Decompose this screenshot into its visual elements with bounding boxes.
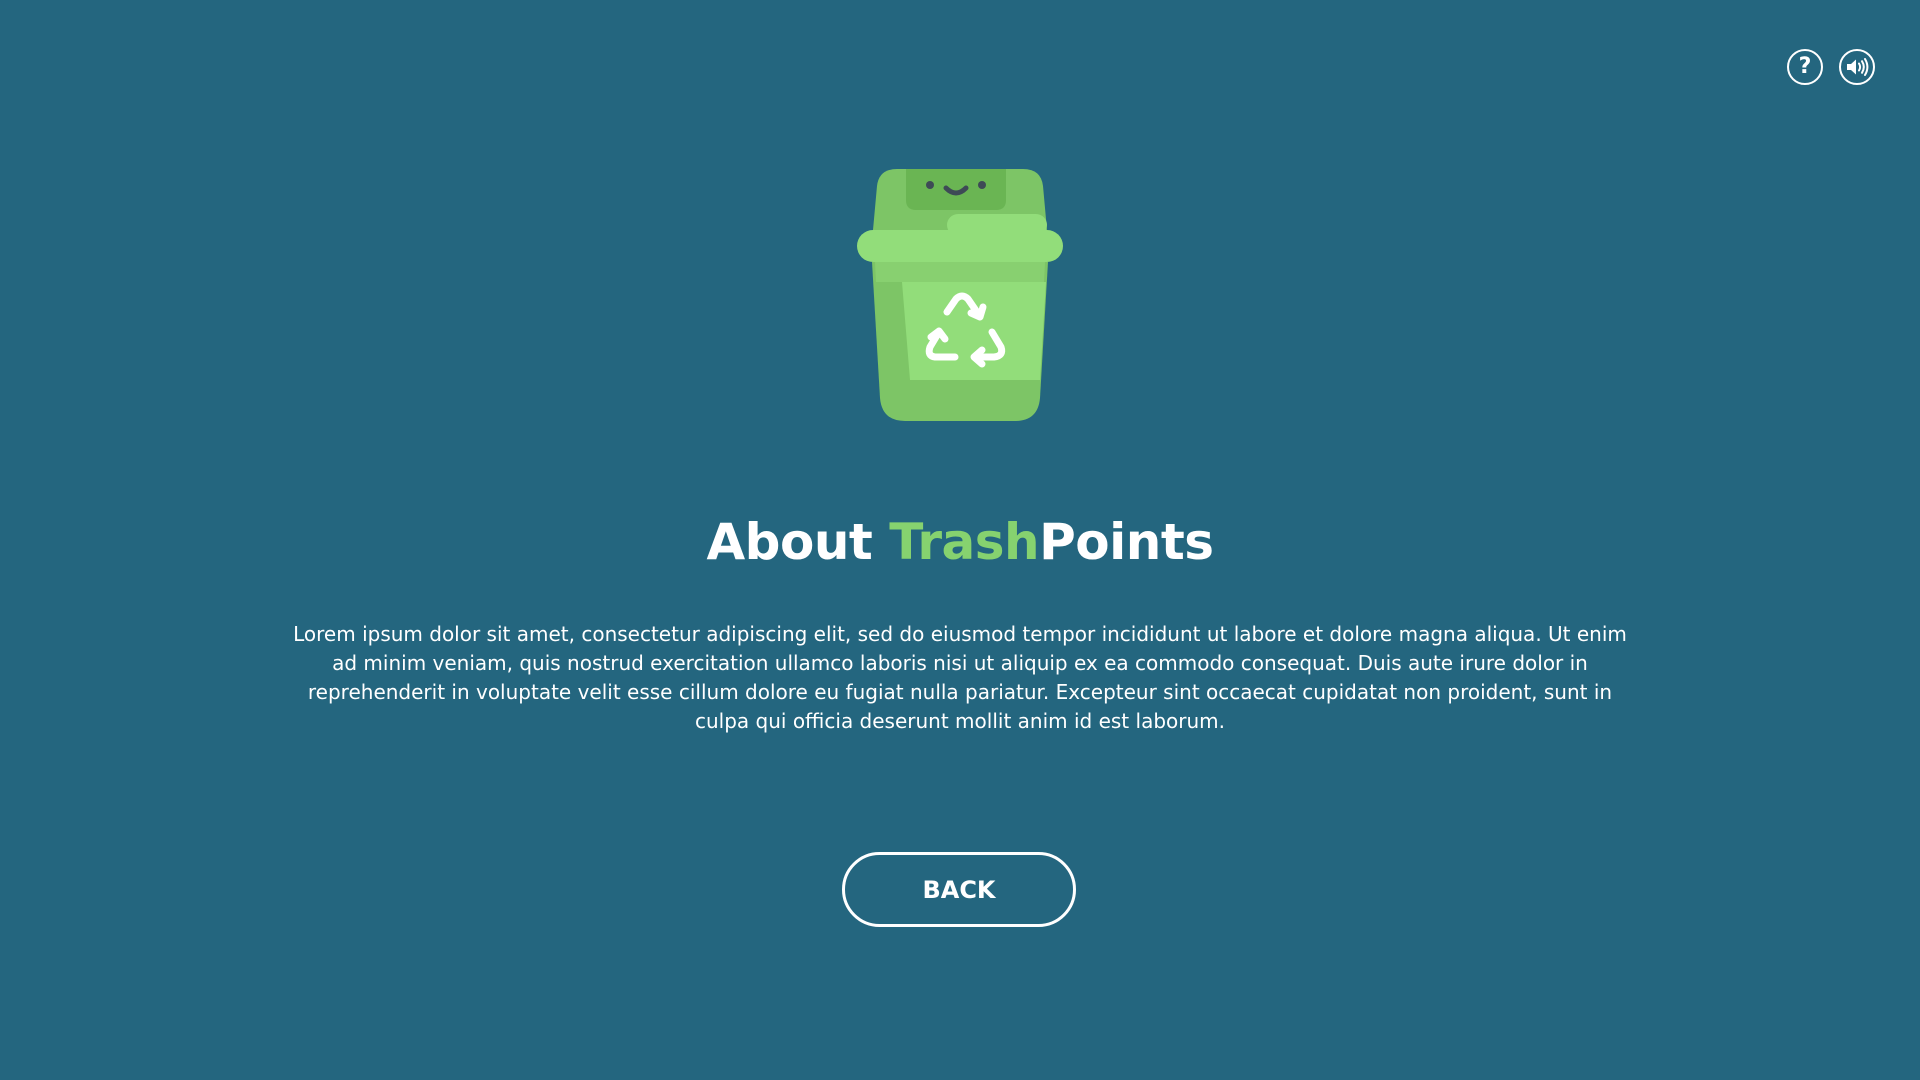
hero-illustration: [0, 162, 1920, 424]
help-icon: ?: [1798, 53, 1812, 79]
back-button[interactable]: BACK: [842, 852, 1076, 927]
speaker-volume-icon: [1847, 58, 1869, 76]
recycle-bin-icon: [857, 169, 1063, 421]
sound-button[interactable]: [1839, 49, 1875, 85]
title-prefix: About: [706, 513, 890, 571]
title-accent: Trash: [889, 513, 1040, 571]
back-button-label: BACK: [922, 875, 996, 904]
about-description: Lorem ipsum dolor sit amet, consectetur …: [293, 622, 1627, 733]
title-suffix: Points: [1039, 513, 1214, 571]
top-controls: ?: [1787, 49, 1875, 85]
help-button[interactable]: ?: [1787, 49, 1823, 85]
page-title: About TrashPoints: [0, 510, 1920, 574]
